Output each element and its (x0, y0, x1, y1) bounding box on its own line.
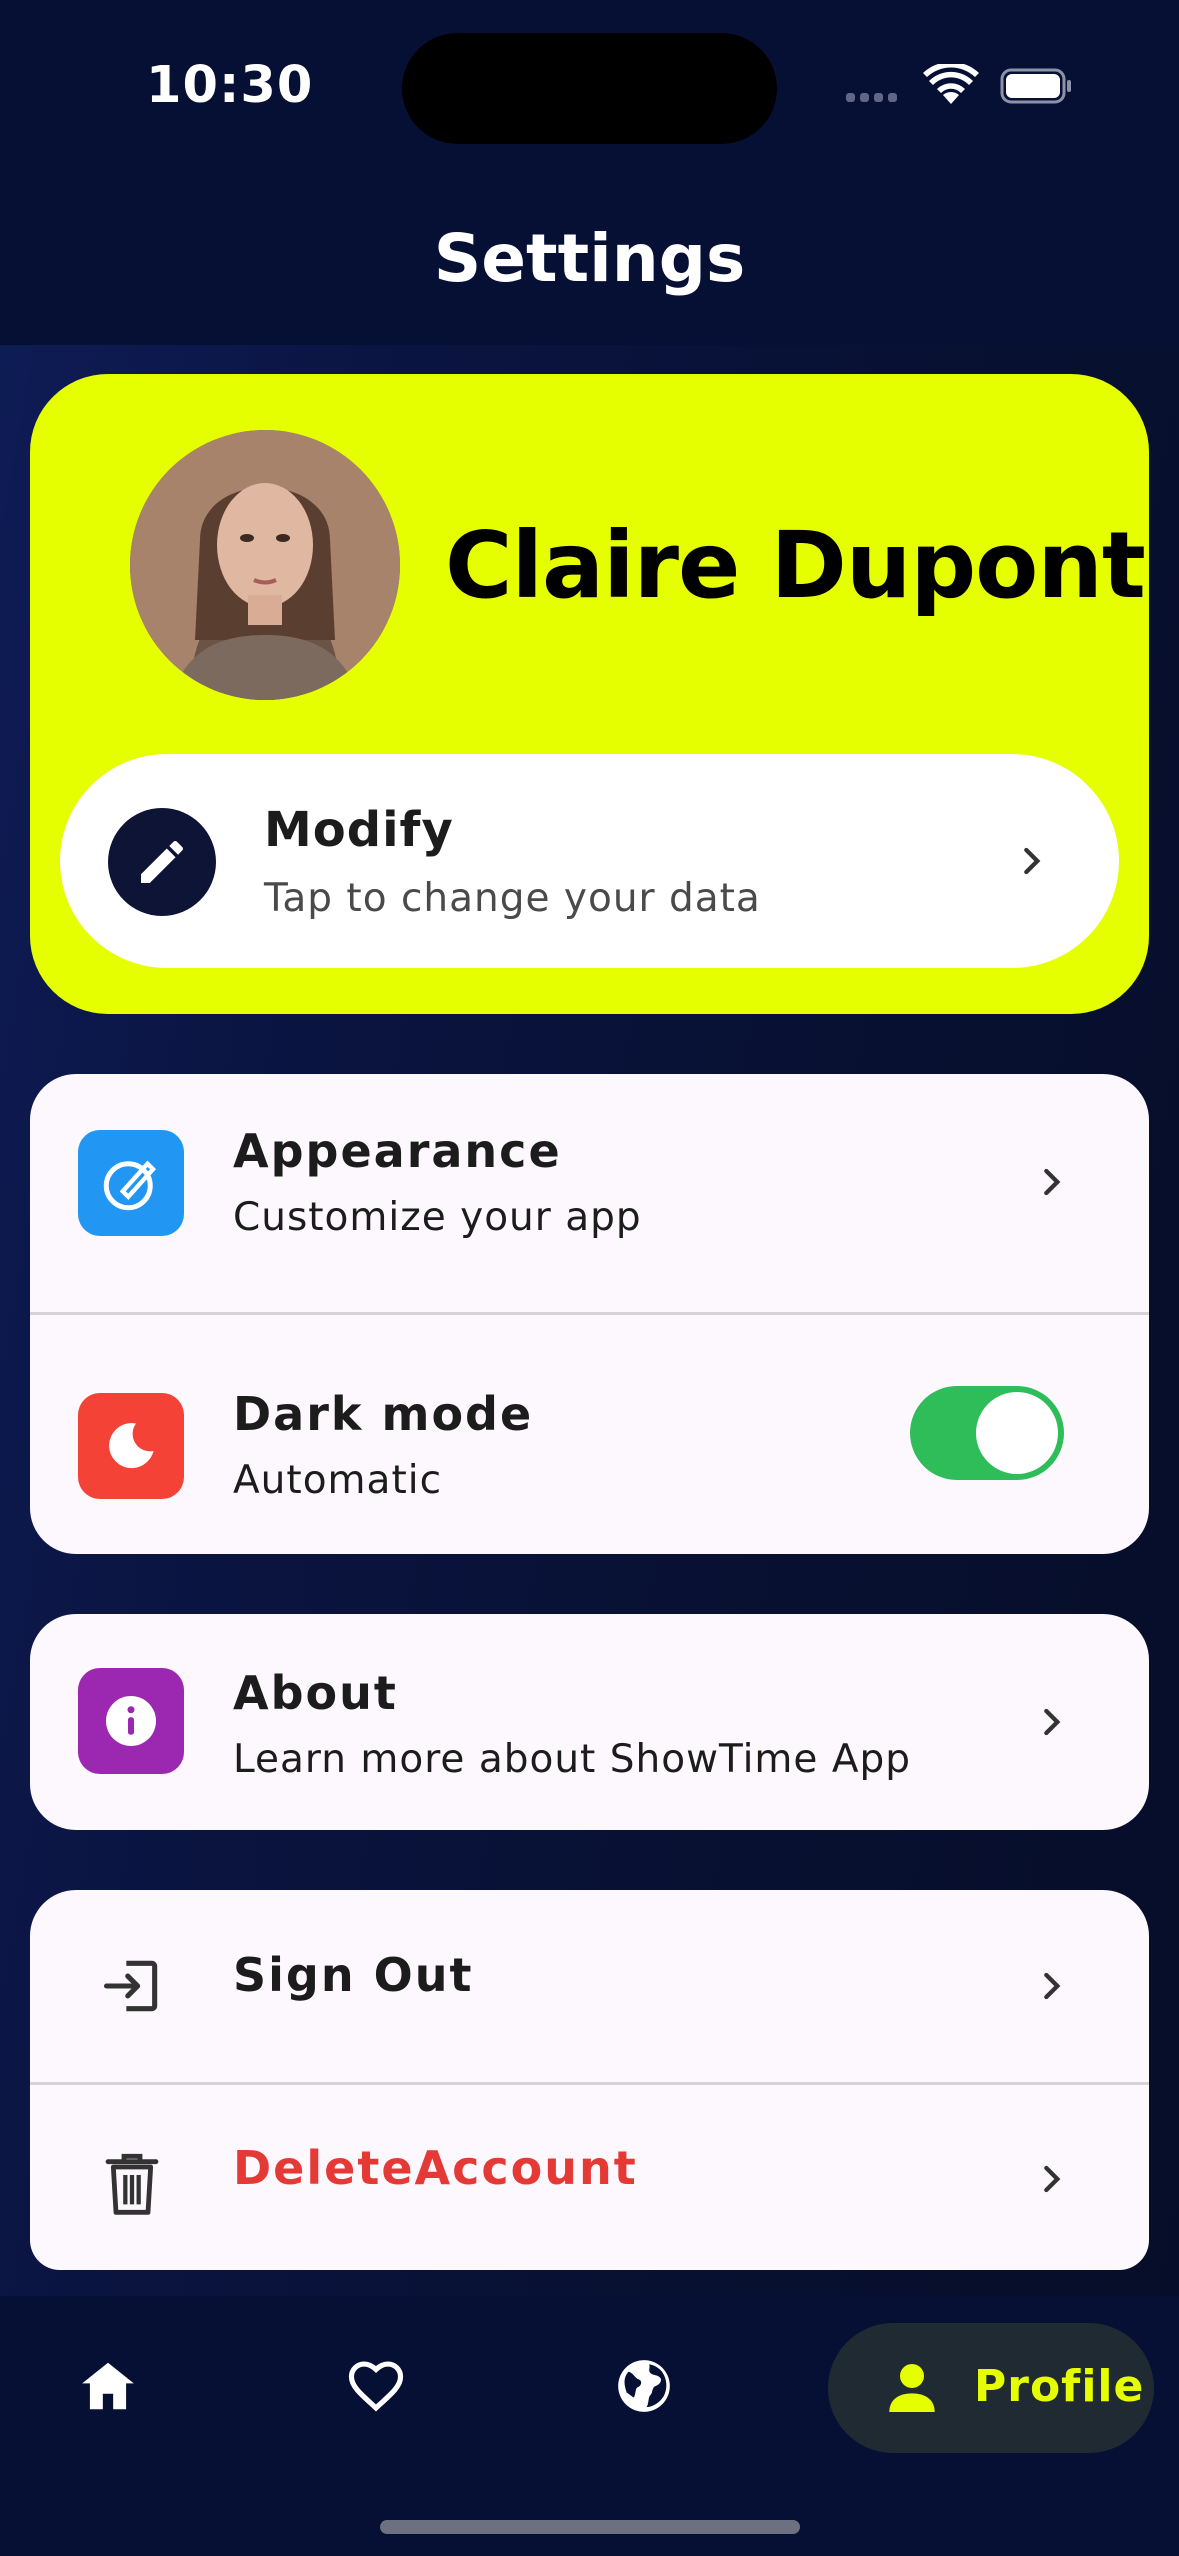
sign-out-icon (103, 1960, 158, 2012)
chevron-right-icon (1024, 847, 1041, 875)
home-icon (82, 2362, 134, 2410)
modify-profile-button[interactable]: Modify Tap to change your data (60, 754, 1119, 968)
person-icon (889, 2364, 935, 2412)
nav-explore[interactable] (596, 2336, 692, 2436)
delete-account-row[interactable]: DeleteAccount (30, 2085, 1149, 2270)
settings-screen: 10:30 Settings Claire Dupont Modify Tap … (0, 0, 1179, 2556)
appearance-title: Appearance (233, 1124, 562, 1178)
chevron-right-icon (1044, 1168, 1061, 1196)
sign-out-title: Sign Out (233, 1948, 474, 2002)
trash-icon (105, 2153, 159, 2215)
chevron-right-icon (1044, 1972, 1061, 2000)
nav-profile-label: Profile (974, 2361, 1145, 2412)
about-title: About (233, 1666, 398, 1720)
toggle-knob (976, 1392, 1058, 1474)
battery-icon (1000, 68, 1071, 104)
about-card: About Learn more about ShowTime App (30, 1614, 1149, 1830)
about-row[interactable]: About Learn more about ShowTime App (30, 1614, 1149, 1830)
cellular-signal-icon (846, 93, 897, 102)
nav-home[interactable] (60, 2336, 156, 2436)
status-time: 10:30 (146, 56, 314, 115)
modify-subtitle: Tap to change your data (264, 876, 761, 921)
modify-title: Modify (264, 802, 454, 858)
nav-profile[interactable]: Profile (828, 2323, 1154, 2453)
nav-favorites[interactable] (328, 2336, 424, 2436)
moon-icon (78, 1393, 184, 1499)
heart-icon (348, 2361, 404, 2412)
dark-mode-row: Dark mode Automatic (30, 1315, 1149, 1554)
appearance-row[interactable]: Appearance Customize your app (30, 1074, 1149, 1312)
avatar[interactable] (130, 430, 400, 700)
home-indicator[interactable] (380, 2520, 800, 2534)
dark-mode-subtitle: Automatic (233, 1458, 443, 1503)
dark-mode-toggle[interactable] (910, 1386, 1064, 1480)
delete-account-title: DeleteAccount (233, 2141, 638, 2195)
dynamic-island (402, 33, 777, 144)
page-title: Settings (433, 220, 746, 297)
bottom-navigation: Profile (0, 2296, 1179, 2556)
palette-icon (78, 1130, 184, 1236)
account-card: Sign Out DeleteAccount (30, 1890, 1149, 2270)
chevron-right-icon (1044, 2165, 1061, 2193)
info-icon (78, 1668, 184, 1774)
top-bar: 10:30 Settings (0, 0, 1179, 345)
chevron-right-icon (1044, 1708, 1061, 1736)
appearance-subtitle: Customize your app (233, 1195, 642, 1240)
profile-card: Claire Dupont Modify Tap to change your … (30, 374, 1149, 1014)
sign-out-row[interactable]: Sign Out (30, 1890, 1149, 2082)
about-subtitle: Learn more about ShowTime App (233, 1737, 912, 1782)
profile-name: Claire Dupont (445, 512, 1146, 619)
globe-icon (618, 2360, 670, 2412)
dark-mode-title: Dark mode (233, 1387, 534, 1441)
preferences-card: Appearance Customize your app Dark mode … (30, 1074, 1149, 1554)
avatar-portrait-icon (130, 430, 400, 700)
wifi-icon (923, 64, 979, 104)
edit-pencil-icon (108, 808, 216, 916)
